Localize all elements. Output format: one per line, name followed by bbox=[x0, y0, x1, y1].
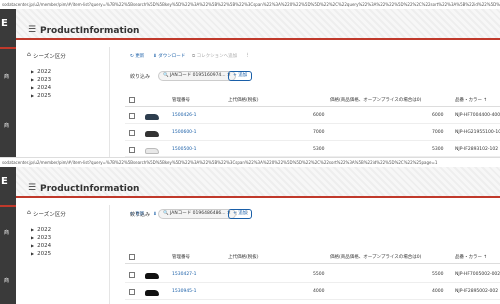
row-checkbox[interactable] bbox=[129, 147, 135, 153]
filter-label: 絞り込み bbox=[130, 74, 151, 80]
sidebar-accent bbox=[0, 47, 16, 49]
col-color[interactable]: 品番・カラー ↑ bbox=[455, 97, 487, 103]
year-tree-item[interactable]: ▶ 2025 bbox=[31, 93, 51, 99]
col-upper-price[interactable]: 上代価格(税抜) bbox=[228, 97, 259, 103]
tag-icon: ⌂ bbox=[27, 209, 31, 216]
add-filter-button[interactable]: + 追加 bbox=[228, 209, 253, 219]
filter-chip[interactable]: 🔍 JANコード 0195160974... ✕ bbox=[158, 71, 236, 81]
shoe-thumbnail bbox=[145, 131, 159, 137]
season-label: シーズン区分 bbox=[33, 54, 66, 60]
header-accent-line bbox=[16, 38, 500, 40]
year-tree-item[interactable]: ▶ 2023 bbox=[31, 77, 51, 83]
shoe-thumbnail bbox=[145, 290, 159, 296]
season-label: シーズン区分 bbox=[33, 212, 66, 218]
sidebar-nav-item[interactable]: 商 bbox=[4, 122, 9, 129]
database-icon: ☰ bbox=[28, 183, 37, 193]
screenshot-panel-top: sodatacenter.jp/u2/member/pim/#/item-lis… bbox=[0, 0, 500, 157]
col-price-open[interactable]: 価格(商品価格、オープンプライスの場合は0) bbox=[330, 254, 421, 260]
row-checkbox[interactable] bbox=[129, 113, 135, 119]
year-tree-item[interactable]: ▶ 2022 bbox=[31, 69, 51, 75]
table-row[interactable]: 1530427-1 5500 5500 NJP-HF7005002-002 bbox=[125, 267, 500, 283]
sidebar-nav-item[interactable]: 商 bbox=[4, 229, 9, 236]
col-color[interactable]: 品番・カラー ↑ bbox=[455, 254, 487, 260]
table-header: 管理番号 上代価格(税抜) 価格(商品価格、オープンプライスの場合は0) 品番・… bbox=[125, 95, 500, 107]
copy-to-collection-button[interactable]: ⧉ コレクションへ追加 bbox=[192, 53, 237, 59]
select-all-checkbox[interactable] bbox=[129, 97, 135, 103]
col-manage-no[interactable]: 管理番号 bbox=[172, 254, 190, 260]
app-sidebar: E 商 商 bbox=[0, 167, 16, 304]
table-header: 管理番号 上代価格(税抜) 価格(商品価格、オープンプライスの場合は0) 品番・… bbox=[125, 252, 500, 264]
col-upper-price[interactable]: 上代価格(税抜) bbox=[228, 254, 259, 260]
year-tree-item[interactable]: ▶ 2025 bbox=[31, 251, 51, 257]
table-row[interactable]: 1500426-1 6000 6000 NJP-HF7004400-400 bbox=[125, 108, 500, 124]
page-title: ProductInformation bbox=[40, 26, 140, 36]
year-tree-item[interactable]: ▶ 2024 bbox=[31, 85, 51, 91]
sidebar-nav-item[interactable]: 商 bbox=[4, 277, 9, 284]
shoe-thumbnail bbox=[145, 273, 159, 279]
url-bar[interactable]: sodatacenter.jp/u2/member/pim/#/item-lis… bbox=[0, 0, 500, 9]
select-all-checkbox[interactable] bbox=[129, 254, 135, 260]
row-checkbox[interactable] bbox=[129, 272, 135, 278]
filter-chip[interactable]: 🔍 JANコード 0196486486... ✕ bbox=[158, 209, 236, 219]
url-bar[interactable]: sodatacenter.jp/u2/member/pim/#/item-lis… bbox=[0, 158, 500, 167]
header-accent-line bbox=[16, 196, 500, 198]
season-filter-panel: ⌂ シーズン区分 ▶ 2022 ▶ 2023 ▶ 2024 ▶ 2025 bbox=[25, 47, 110, 157]
download-button[interactable]: ⬇ ダウンロード bbox=[153, 53, 185, 59]
row-checkbox[interactable] bbox=[129, 130, 135, 136]
database-icon: ☰ bbox=[28, 25, 37, 35]
sidebar-accent bbox=[0, 205, 16, 207]
year-tree-item[interactable]: ▶ 2023 bbox=[31, 235, 51, 241]
app-logo: E bbox=[1, 176, 8, 187]
refresh-button[interactable]: ↻ 更新 bbox=[130, 53, 144, 59]
table-row[interactable]: 1500600-1 7000 7000 NJP-HG21955100-100 bbox=[125, 125, 500, 141]
app-logo: E bbox=[1, 18, 8, 29]
col-manage-no[interactable]: 管理番号 bbox=[172, 97, 190, 103]
col-price-open[interactable]: 価格(商品価格、オープンプライスの場合は0) bbox=[330, 97, 421, 103]
more-icon[interactable]: ⋮ bbox=[245, 53, 250, 58]
year-tree-item[interactable]: ▶ 2022 bbox=[31, 227, 51, 233]
add-filter-button[interactable]: + 追加 bbox=[228, 71, 253, 81]
sidebar-nav-item[interactable]: 商 bbox=[4, 73, 9, 80]
tag-icon: ⌂ bbox=[27, 51, 31, 58]
shoe-thumbnail bbox=[145, 114, 159, 120]
row-checkbox[interactable] bbox=[129, 289, 135, 295]
shoe-thumbnail bbox=[145, 148, 159, 154]
app-sidebar: E 商 商 bbox=[0, 9, 16, 157]
page-title: ProductInformation bbox=[40, 184, 140, 194]
screenshot-panel-bottom: sodatacenter.jp/u2/member/pim/#/item-lis… bbox=[0, 157, 500, 304]
year-tree-item[interactable]: ▶ 2024 bbox=[31, 243, 51, 249]
table-row[interactable]: 1500500-1 5300 5300 NJP-IF2893102-102 bbox=[125, 142, 500, 157]
season-filter-panel: ⌂ シーズン区分 ▶ 2022 ▶ 2023 ▶ 2024 ▶ 2025 bbox=[25, 205, 110, 304]
filter-label: 絞り込み bbox=[130, 212, 151, 218]
table-row[interactable]: 1530945-1 4000 4000 NJP-IF2895002-002 bbox=[125, 284, 500, 300]
